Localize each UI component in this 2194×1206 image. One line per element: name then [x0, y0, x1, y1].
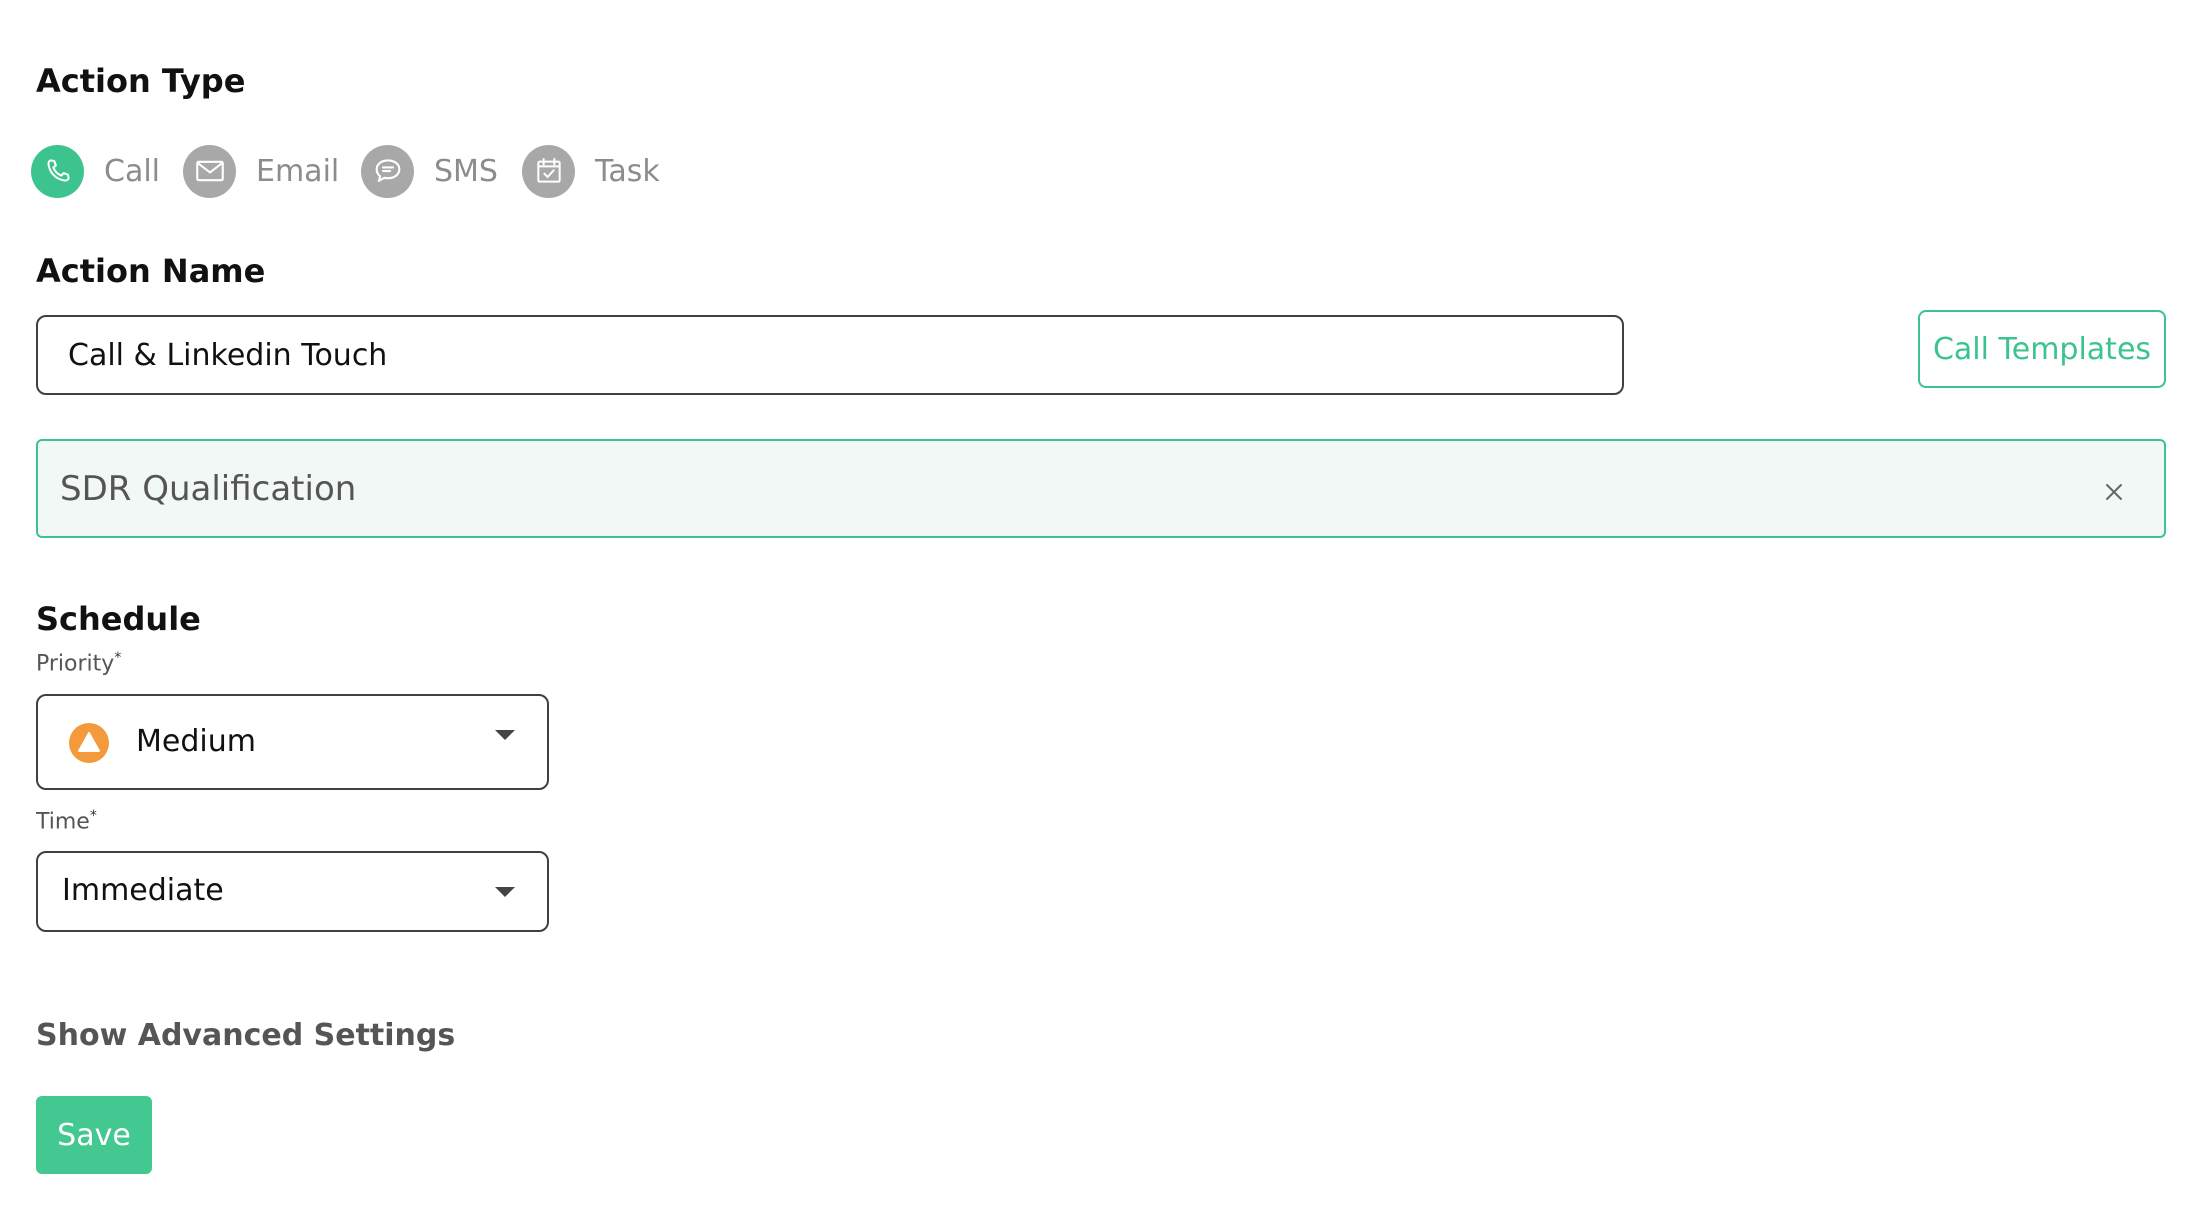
show-advanced-settings-link[interactable]: Show Advanced Settings [36, 1018, 455, 1053]
action-type-label: Email [256, 153, 340, 189]
schedule-heading: Schedule [36, 600, 201, 638]
action-type-heading: Action Type [36, 62, 246, 100]
chat-bubble-icon [361, 144, 414, 198]
action-name-heading: Action Name [36, 252, 266, 290]
close-icon[interactable] [2100, 475, 2128, 503]
time-label: Time* [36, 808, 97, 835]
calendar-check-icon [522, 144, 575, 198]
time-select[interactable]: Immediate [36, 851, 549, 932]
warning-triangle-icon [68, 722, 110, 772]
script-chip[interactable]: SDR Qualification [36, 439, 2166, 538]
action-type-call[interactable]: Call [31, 144, 160, 198]
time-value: Immediate [62, 873, 224, 908]
envelope-icon [183, 144, 236, 198]
priority-value: Medium [136, 724, 256, 759]
action-name-value: Call & Linkedin Touch [68, 337, 388, 373]
action-type-task[interactable]: Task [522, 144, 660, 198]
action-type-label: SMS [434, 153, 498, 189]
save-button[interactable]: Save [36, 1096, 152, 1174]
action-name-input[interactable]: Call & Linkedin Touch [36, 315, 1624, 395]
chevron-down-icon [495, 730, 515, 740]
phone-icon [31, 144, 84, 198]
action-type-label: Task [595, 153, 660, 189]
priority-label: Priority* [36, 650, 122, 677]
call-templates-button[interactable]: Call Templates [1918, 310, 2166, 388]
script-chip-label: SDR Qualification [60, 468, 357, 509]
chevron-down-icon [495, 887, 515, 897]
action-type-email[interactable]: Email [183, 144, 339, 198]
action-type-label: Call [104, 153, 161, 189]
priority-select[interactable]: Medium [36, 694, 549, 790]
action-type-sms[interactable]: SMS [361, 144, 498, 198]
